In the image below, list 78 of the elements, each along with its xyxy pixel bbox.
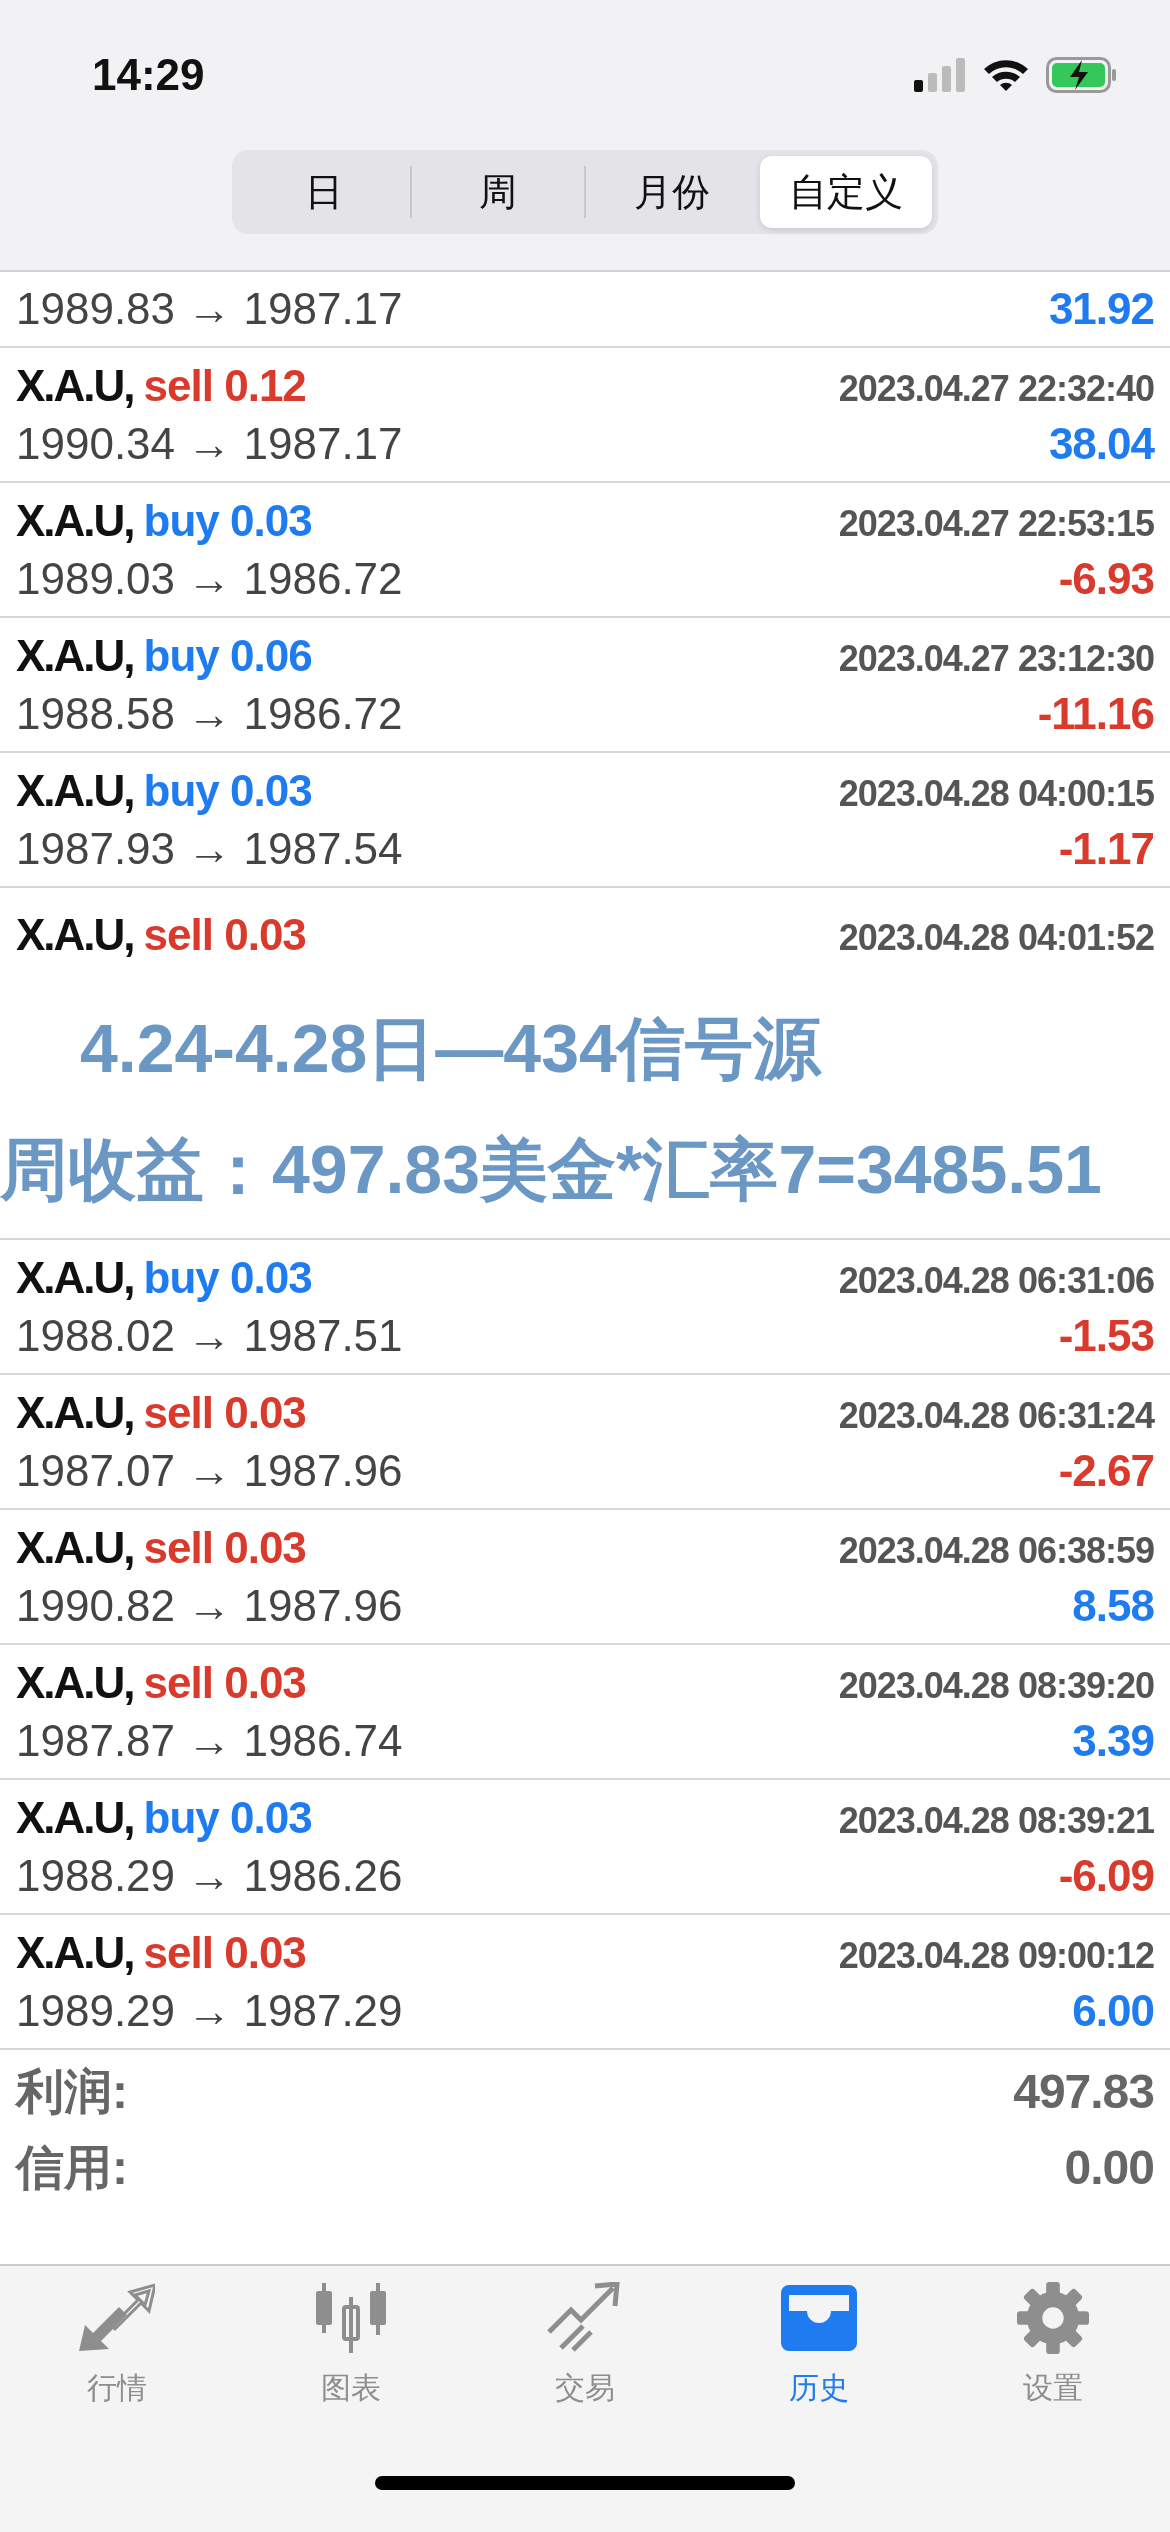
deal-prices: 1988.58 → 1986.72: [16, 688, 403, 739]
deal-profit: -11.16: [1037, 688, 1154, 739]
summary-value: 0.00: [1064, 2140, 1154, 2195]
deal-side: sell 0.12: [143, 360, 306, 411]
deal-profit: 8.58: [1072, 1580, 1154, 1631]
deal-side: sell 0.03: [143, 1522, 306, 1573]
settings-icon: [1016, 2282, 1090, 2354]
deal-prices: 1987.93 → 1987.54: [16, 823, 403, 874]
deal-symbol: X.A.U,: [16, 1792, 134, 1843]
double-arrow-icon: [79, 2282, 155, 2354]
deal-symbol: X.A.U,: [16, 360, 134, 411]
deal-time: 2023.04.27 22:53:15: [838, 502, 1154, 545]
deal-prices: 1987.07 → 1987.96: [16, 1445, 403, 1496]
banner-title: 4.24-4.28日—434信号源: [79, 1009, 823, 1088]
tab-bar-item[interactable]: 行情: [27, 2282, 207, 2432]
status-time: 14:29: [92, 50, 205, 100]
deal-side: buy 0.03: [143, 495, 312, 546]
deal-time: 2023.04.28 04:00:15: [838, 772, 1154, 815]
deal-side: sell 0.03: [143, 1927, 306, 1978]
deal-side: sell 0.03: [143, 910, 306, 960]
deal-symbol: X.A.U,: [16, 495, 134, 546]
inbox-icon: [781, 2282, 857, 2354]
deal-profit: -1.17: [1058, 823, 1154, 874]
period-tab[interactable]: 月份: [586, 156, 758, 228]
deal-prices: 1987.87 → 1986.74: [16, 1715, 403, 1766]
deal-symbol: X.A.U,: [16, 765, 134, 816]
deal-side: sell 0.03: [143, 1657, 306, 1708]
deal-symbol: X.A.U,: [16, 1927, 134, 1978]
tab-bar-item[interactable]: 历史: [729, 2282, 909, 2432]
deal-profit: 31.92: [1048, 284, 1154, 334]
deal-profit: 38.04: [1048, 418, 1154, 469]
summary-value: 497.83: [1013, 2064, 1154, 2119]
deal-prices: 1989.29 → 1987.29: [16, 1985, 403, 2036]
deal-symbol: X.A.U,: [16, 1657, 134, 1708]
deal-prices: 1988.29 → 1986.26: [16, 1850, 403, 1901]
deal-symbol: X.A.U,: [16, 1522, 134, 1573]
trend-arrow-icon: [547, 2282, 623, 2354]
wifi-icon: [982, 57, 1030, 93]
period-tab[interactable]: 自定义: [760, 156, 932, 228]
deal-time: 2023.04.28 06:31:24: [838, 1394, 1154, 1437]
deal-time: 2023.04.28 09:00:12: [838, 1934, 1154, 1977]
deal-prices: 1990.34 → 1987.17: [16, 418, 403, 469]
deal-side: sell 0.03: [143, 1387, 306, 1438]
deal-symbol: X.A.U,: [16, 910, 134, 960]
tab-bar-item[interactable]: 交易: [495, 2282, 675, 2432]
tab-bar-item[interactable]: 图表: [261, 2282, 441, 2432]
deal-profit: -2.67: [1058, 1445, 1154, 1496]
deal-time: 2023.04.28 08:39:21: [838, 1799, 1154, 1842]
summary-label: 信用:: [16, 2140, 128, 2196]
deal-prices: 1989.83 → 1987.17: [16, 284, 403, 334]
battery-icon: [1046, 57, 1118, 93]
deal-profit: 6.00: [1072, 1985, 1154, 2036]
deal-side: buy 0.03: [143, 765, 312, 816]
deal-profit: -6.93: [1058, 553, 1154, 604]
deal-prices: 1990.82 → 1987.96: [16, 1580, 403, 1631]
deal-symbol: X.A.U,: [16, 1252, 134, 1303]
deal-prices: 1988.02 → 1987.51: [16, 1310, 403, 1361]
deal-symbol: X.A.U,: [16, 630, 134, 681]
candlestick-icon: [313, 2282, 389, 2354]
deal-symbol: X.A.U,: [16, 1387, 134, 1438]
signal-icon: [914, 58, 966, 92]
deal-side: buy 0.03: [143, 1792, 312, 1843]
deal-side: buy 0.06: [143, 630, 312, 681]
deal-time: 2023.04.28 04:01:52: [838, 917, 1154, 959]
deal-side: buy 0.03: [143, 1252, 312, 1303]
deal-time: 2023.04.27 22:32:40: [838, 367, 1154, 410]
deal-profit: -6.09: [1058, 1850, 1154, 1901]
period-tab[interactable]: 日: [238, 156, 410, 228]
deal-profit: 3.39: [1072, 1715, 1154, 1766]
tab-bar-item[interactable]: 设置: [963, 2282, 1143, 2432]
period-tab[interactable]: 周: [412, 156, 584, 228]
deal-prices: 1989.03 → 1986.72: [16, 553, 403, 604]
deal-profit: -1.53: [1058, 1310, 1154, 1361]
deal-time: 2023.04.27 23:12:30: [838, 637, 1154, 680]
deal-time: 2023.04.28 08:39:20: [838, 1664, 1154, 1707]
deal-time: 2023.04.28 06:38:59: [838, 1529, 1154, 1572]
summary-label: 利润:: [16, 2064, 128, 2120]
deal-time: 2023.04.28 06:31:06: [838, 1259, 1154, 1302]
